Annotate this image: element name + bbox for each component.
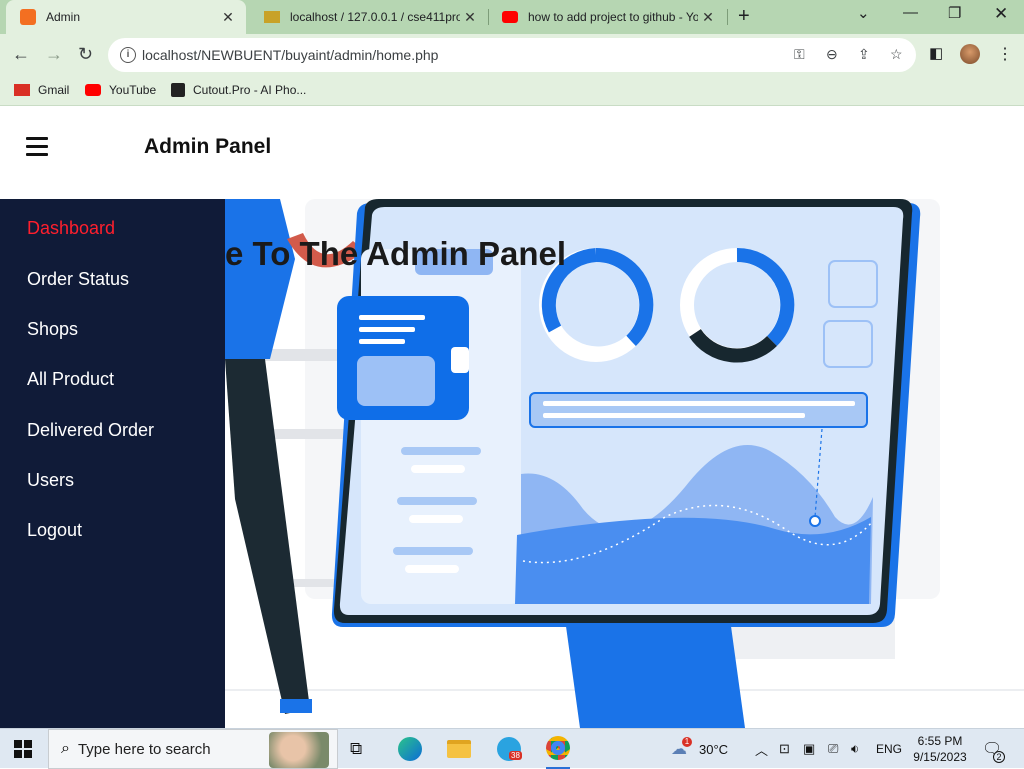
minimize-icon[interactable]: — [903,4,918,21]
sidebar-item-shops[interactable]: Shops [27,319,78,340]
tab-title: Admin [46,10,81,24]
zoom-icon[interactable]: ⊖ [826,46,838,63]
windows-taskbar: ⌕ Type here to search ⧉ 38 ☁ 1 30°C ︿ ⊡ … [0,728,1024,769]
youtube-icon [502,11,518,23]
taskbar-clock[interactable]: 6:55 PM 9/15/2023 [905,733,975,765]
bookmark-gmail[interactable]: Gmail [14,83,69,97]
close-tab-icon[interactable]: ✕ [698,9,718,26]
notification-count: 2 [993,751,1005,763]
phpmyadmin-icon [264,11,280,23]
notification-icon[interactable]: 🗨︎ 2 [982,729,1005,769]
file-explorer-icon[interactable] [447,729,471,769]
tab-title: how to add project to github - Yo [528,10,698,24]
edge-icon[interactable] [398,729,422,769]
xampp-icon [20,9,36,25]
close-tab-icon[interactable]: ✕ [218,9,238,26]
tab-youtube[interactable]: how to add project to github - Yo ✕ [488,0,726,34]
tray-app-icon[interactable]: ⊡ [779,729,790,769]
restore-icon[interactable]: ❐ [948,4,961,22]
tab-admin[interactable]: Admin ✕ [6,0,246,34]
network-icon[interactable]: ⎚ [828,729,838,769]
sidebar-item-delivered-order[interactable]: Delivered Order [27,420,154,441]
tab-search-icon[interactable]: ⌄ [857,4,870,22]
brand-title: Admin Panel [144,135,272,158]
bookmark-cutout[interactable]: Cutout.Pro - AI Pho... [171,83,306,97]
share-icon[interactable]: ⇪ [858,46,870,63]
cutout-icon [171,83,185,97]
close-tab-icon[interactable]: ✕ [460,9,480,26]
new-tab-button[interactable]: + [738,5,750,28]
welcome-heading: e To The Admin Panel [225,235,567,272]
key-icon[interactable]: ⚿ [794,46,805,63]
bookmark-label: Gmail [38,83,70,97]
sidebar-item-all-product[interactable]: All Product [27,369,114,390]
clock-date: 9/15/2023 [913,750,967,764]
bookmarks-bar: Gmail YouTube Cutout.Pro - AI Pho... [0,76,1024,106]
weather-temp: 30°C [699,741,729,757]
dashboard-illustration [225,199,1024,728]
admin-header: Admin Panel [0,107,1024,199]
page-viewport: Admin Panel e To The Admin Panel Dashboa… [0,107,1024,728]
volume-icon[interactable]: 🔉︎ [851,729,859,769]
site-info-icon[interactable]: i [120,47,136,63]
browser-toolbar: ← → ↻ i localhost/NEWBUENT/buyaint/admin… [0,34,1024,76]
taskbar-search-box[interactable]: ⌕ Type here to search [48,729,338,769]
windows-logo-icon [14,740,32,758]
search-icon: ⌕ [61,740,70,757]
language-indicator[interactable]: ENG [876,729,902,769]
search-placeholder: Type here to search [77,740,211,758]
browser-tab-strip: Admin ✕ localhost / 127.0.0.1 / cse411pr… [0,0,1024,34]
admin-sidebar: Dashboard Order Status Shops All Product… [0,199,225,728]
search-highlight-image [269,732,329,768]
profile-avatar[interactable] [960,44,980,64]
sidebar-item-dashboard[interactable]: Dashboard [27,218,115,239]
close-window-icon[interactable]: ✕ [994,4,1008,24]
clock-time: 6:55 PM [917,734,963,748]
telegram-icon[interactable]: 38 [497,729,522,769]
side-panel-icon[interactable]: ◧ [929,44,943,62]
tray-display-icon[interactable]: ▣ [803,729,815,769]
tab-phpmyadmin[interactable]: localhost / 127.0.0.1 / cse411proj ✕ [250,0,488,34]
tab-separator [727,9,728,25]
bookmark-label: YouTube [109,83,157,97]
telegram-badge: 38 [509,751,522,760]
back-icon[interactable]: ← [12,44,30,65]
hamburger-menu-icon[interactable] [26,137,48,156]
bookmark-label: Cutout.Pro - AI Pho... [193,83,307,97]
youtube-icon [85,84,101,96]
url-text[interactable]: localhost/NEWBUENT/buyaint/admin/home.ph… [142,47,438,63]
task-view-icon[interactable]: ⧉ [350,729,362,769]
gmail-icon [14,84,30,96]
menu-icon[interactable]: ⋮ [997,44,1013,64]
bookmark-youtube[interactable]: YouTube [85,83,156,97]
sidebar-item-order-status[interactable]: Order Status [27,269,129,290]
weather-badge: 1 [682,737,692,747]
forward-icon[interactable]: → [45,44,63,65]
sidebar-item-users[interactable]: Users [27,470,74,491]
weather-widget[interactable]: ☁ 1 30°C [671,729,728,769]
tab-title: localhost / 127.0.0.1 / cse411proj [290,10,460,24]
tray-chevron-icon[interactable]: ︿ [755,729,768,769]
hero-illustration-area: e To The Admin Panel [225,199,1024,728]
sidebar-item-logout[interactable]: Logout [27,520,82,541]
windows-start-button[interactable] [14,729,32,769]
chrome-taskbar-icon[interactable] [546,729,570,769]
star-icon[interactable]: ☆ [890,46,903,63]
reload-icon[interactable]: ↻ [78,44,93,65]
address-bar[interactable]: i localhost/NEWBUENT/buyaint/admin/home.… [108,38,916,72]
